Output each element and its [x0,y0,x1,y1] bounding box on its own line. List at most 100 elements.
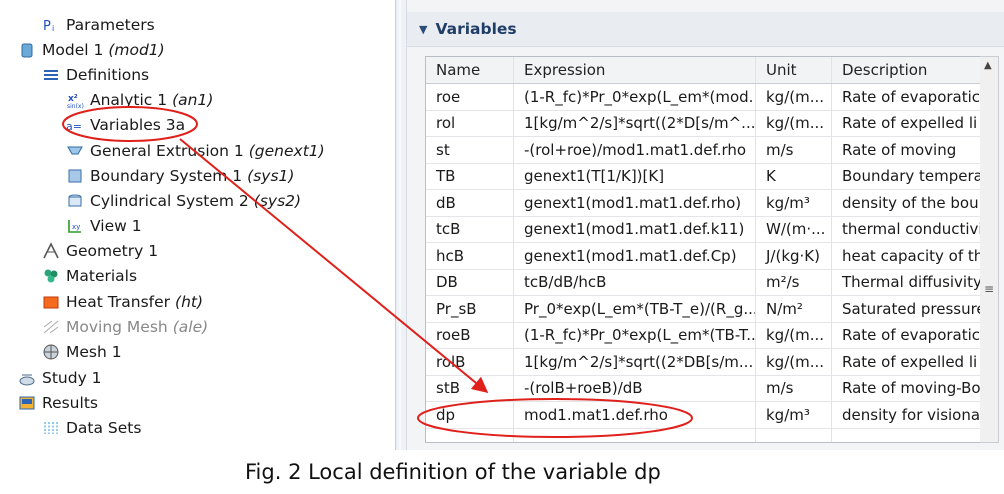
unit-cell[interactable]: J/(kg·K) [756,243,832,269]
expression-cell[interactable]: (1-R_fc)*Pr_0*exp(L_em*(mod... [514,84,756,110]
table-row[interactable]: st -(rol+roe)/mod1.mat1.def.rho m/s Rate of… [426,137,981,164]
tree-item-cylindrical-system-2[interactable]: Cylindrical System 2 (sys2) [66,190,301,212]
variable-name-cell[interactable]: rolB [426,349,514,375]
tree-item-definitions[interactable]: Definitions [42,64,149,86]
description-cell[interactable]: Rate of moving-Bo [832,375,981,401]
tree-item-analytic-1[interactable]: x² sin(x) Analytic 1 (an1) [66,89,213,111]
collapse-triangle-icon[interactable]: ▼ [419,23,427,36]
expression-cell[interactable]: (1-R_fc)*Pr_0*exp(L_em*(TB-T... [514,322,756,348]
scroll-up-arrow-icon[interactable]: ▲ [984,60,992,71]
expression-cell[interactable]: -(rolB+roeB)/dB [514,375,756,401]
description-cell[interactable]: Thermal diffusivity- [832,269,981,295]
tree-item-view-1[interactable]: xy View 1 [66,215,142,237]
expression-cell[interactable]: genext1(T[1/K])[K] [514,163,756,189]
tree-item-data-sets[interactable]: Data Sets [42,417,141,439]
description-cell[interactable]: density of the bou [832,190,981,216]
tree-item-results[interactable]: Results [18,392,98,414]
expression-cell[interactable]: Pr_0*exp(L_em*(TB-T_e)/(R_g... [514,296,756,322]
tree-item-boundary-system-1[interactable]: Boundary System 1 (sys1) [66,165,294,187]
table-row[interactable]: TB genext1(T[1/K])[K] K Boundary tempera [426,163,981,190]
tree-item-heat-transfer[interactable]: Heat Transfer (ht) [42,291,203,313]
table-row[interactable]: Pr_sB Pr_0*exp(L_em*(TB-T_e)/(R_g... N/m² S… [426,296,981,323]
expression-cell[interactable]: 1[kg/m^2/s]*sqrt((2*DB[s/m... [514,349,756,375]
unit-cell[interactable]: W/(m·... [756,216,832,242]
variable-name-cell[interactable]: st [426,137,514,163]
tree-item-geometry-1[interactable]: Geometry 1 [42,240,158,262]
variable-name-cell[interactable]: hcB [426,243,514,269]
unit-cell[interactable]: kg/(m... [756,322,832,348]
tree-item-variables-3a[interactable]: a= Variables 3a [66,114,185,136]
empty-cell[interactable] [514,428,756,442]
expression-cell[interactable]: genext1(mod1.mat1.def.rho) [514,190,756,216]
unit-cell[interactable]: m/s [756,375,832,401]
variable-name-cell[interactable]: tcB [426,216,514,242]
tree-item-model-1[interactable]: Model 1 (mod1) [18,39,165,61]
column-header-description[interactable]: Description [832,57,981,83]
description-cell[interactable]: Rate of moving [832,137,981,163]
expression-cell[interactable]: tcB/dB/hcB [514,269,756,295]
expression-cell[interactable]: -(rol+roe)/mod1.mat1.def.rho [514,137,756,163]
description-cell[interactable]: Saturated pressure [832,296,981,322]
description-cell[interactable]: Rate of evaporatic [832,322,981,348]
description-cell[interactable]: Rate of expelled li [832,349,981,375]
variable-name-cell[interactable]: rol [426,110,514,136]
analytic-function-icon: x² sin(x) [66,91,84,109]
unit-cell[interactable]: kg/(m... [756,349,832,375]
expression-cell[interactable]: genext1(mod1.mat1.def.Cp) [514,243,756,269]
variable-name-cell[interactable]: Pr_sB [426,296,514,322]
tree-item-parameters[interactable]: Pi Parameters [42,14,155,36]
table-row[interactable]: stB -(rolB+roeB)/dB m/s Rate of moving-Bo [426,375,981,402]
description-cell[interactable]: Boundary tempera [832,163,981,189]
description-cell[interactable]: density for visiona [832,402,981,428]
unit-cell[interactable]: m/s [756,137,832,163]
column-header-name[interactable]: Name [426,57,514,83]
table-row[interactable]: hcB genext1(mod1.mat1.def.Cp) J/(kg·K) heat… [426,243,981,270]
table-row[interactable]: rol 1[kg/m^2/s]*sqrt((2*D[s/m^... kg/(m...… [426,110,981,137]
table-scrollbar[interactable]: ▲ ≡ [980,56,999,443]
empty-cell[interactable] [832,428,981,442]
unit-cell[interactable]: K [756,163,832,189]
variable-name-cell[interactable]: dB [426,190,514,216]
description-cell[interactable]: Rate of evaporatic [832,84,981,110]
unit-cell[interactable]: kg/(m... [756,84,832,110]
unit-cell[interactable]: kg/m³ [756,190,832,216]
variable-name-cell[interactable]: roeB [426,322,514,348]
variable-name-cell[interactable]: DB [426,269,514,295]
table-row[interactable]: DB tcB/dB/hcB m²/s Thermal diffusivity- [426,269,981,296]
description-cell[interactable]: heat capacity of th [832,243,981,269]
variable-name-cell[interactable]: roe [426,84,514,110]
empty-cell[interactable] [426,428,514,442]
tree-item-mesh-1[interactable]: Mesh 1 [42,341,122,363]
table-row[interactable]: rolB 1[kg/m^2/s]*sqrt((2*DB[s/m... kg/(m..… [426,349,981,376]
variable-name-cell[interactable]: stB [426,375,514,401]
empty-cell[interactable] [756,428,832,442]
tree-item-tag: (an1) [172,91,214,109]
table-row[interactable]: roe (1-R_fc)*Pr_0*exp(L_em*(mod... kg/(m..… [426,84,981,111]
unit-cell[interactable]: kg/m³ [756,402,832,428]
description-cell[interactable]: Rate of expelled li [832,110,981,136]
column-header-unit[interactable]: Unit [756,57,832,83]
unit-cell[interactable]: kg/(m... [756,110,832,136]
variable-name-cell[interactable]: TB [426,163,514,189]
tree-item-study-1[interactable]: Study 1 [18,367,102,389]
unit-cell[interactable]: N/m² [756,296,832,322]
pane-splitter[interactable] [395,0,407,450]
description-cell[interactable]: thermal conductivi [832,216,981,242]
scroll-grip-icon[interactable]: ≡ [984,282,994,296]
tree-item-moving-mesh[interactable]: Moving Mesh (ale) [42,316,208,338]
tree-item-materials[interactable]: Materials [42,265,137,287]
svg-text:sin(x): sin(x) [67,103,84,109]
table-row[interactable]: dB genext1(mod1.mat1.def.rho) kg/m³ density… [426,190,981,217]
expression-cell[interactable]: 1[kg/m^2/s]*sqrt((2*D[s/m^... [514,110,756,136]
empty-table-row[interactable] [426,428,981,442]
expression-cell[interactable]: genext1(mod1.mat1.def.k11) [514,216,756,242]
variable-name-cell[interactable]: dp [426,402,514,428]
column-header-expression[interactable]: Expression [514,57,756,83]
table-row[interactable]: roeB (1-R_fc)*Pr_0*exp(L_em*(TB-T... kg/(m… [426,322,981,349]
variables-section-header[interactable]: ▼ Variables [407,12,1004,47]
tree-item-general-extrusion-1[interactable]: General Extrusion 1 (genext1) [66,140,325,162]
unit-cell[interactable]: m²/s [756,269,832,295]
table-row[interactable]: tcB genext1(mod1.mat1.def.k11) W/(m·... the… [426,216,981,243]
expression-cell[interactable]: mod1.mat1.def.rho [514,402,756,428]
table-row[interactable]: dp mod1.mat1.def.rho kg/m³ density for visi… [426,402,981,429]
